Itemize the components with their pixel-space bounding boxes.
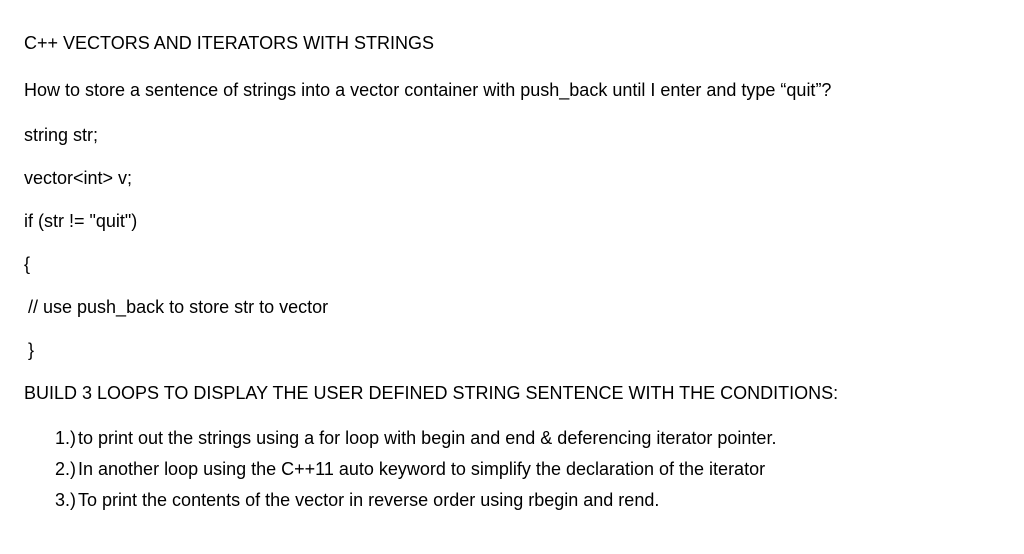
conditions-list: to print out the strings using a for loo…: [24, 425, 1000, 513]
intro-paragraph: How to store a sentence of strings into …: [24, 77, 1000, 104]
code-line-3: if (str != "quit"): [24, 208, 1000, 235]
section-header: BUILD 3 LOOPS TO DISPLAY THE USER DEFINE…: [24, 380, 1000, 407]
code-line-6: }: [24, 337, 1000, 364]
document-title: C++ VECTORS AND ITERATORS WITH STRINGS: [24, 30, 1000, 57]
list-item: To print the contents of the vector in r…: [78, 487, 1000, 513]
list-item: In another loop using the C++11 auto key…: [78, 456, 1000, 482]
code-line-5: // use push_back to store str to vector: [24, 294, 1000, 321]
code-line-2: vector<int> v;: [24, 165, 1000, 192]
code-line-4: {: [24, 251, 1000, 278]
list-item: to print out the strings using a for loo…: [78, 425, 1000, 451]
code-line-1: string str;: [24, 122, 1000, 149]
